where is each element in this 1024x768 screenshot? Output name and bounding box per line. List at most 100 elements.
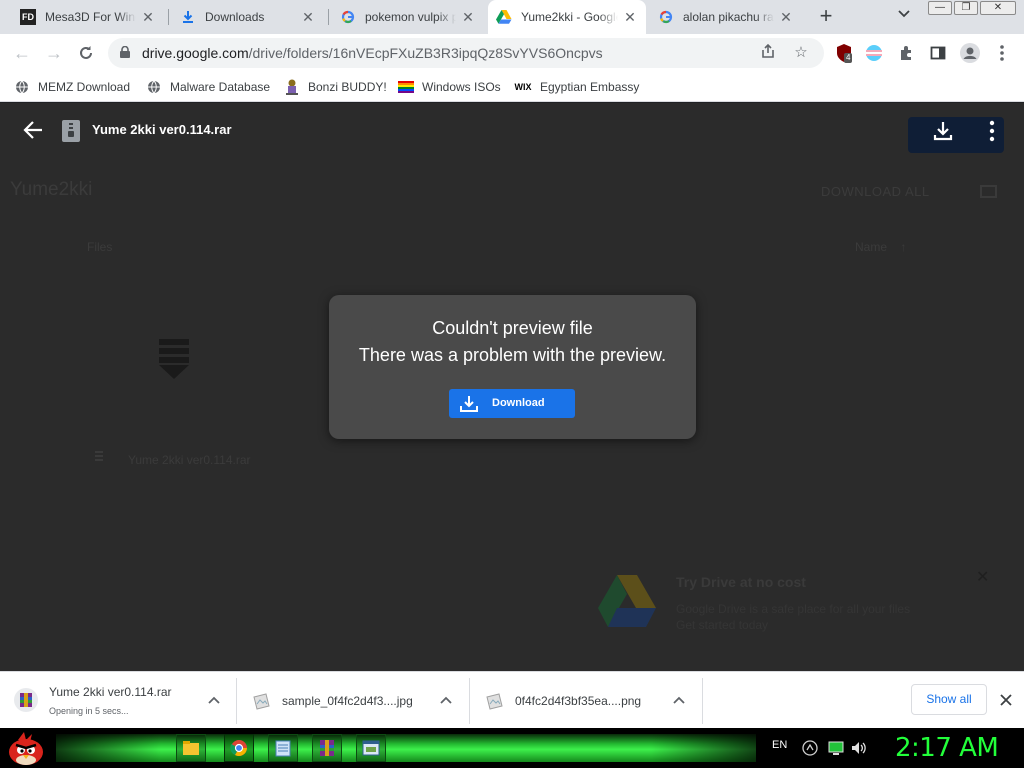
side-panel-icon[interactable]	[928, 43, 948, 63]
preview-error-dialog: Couldn't preview file There was a proble…	[329, 295, 696, 439]
shelf-separator	[702, 678, 703, 724]
tab-title: Yume2kki - Google Drive	[521, 10, 618, 24]
taskbar-chrome-button[interactable]	[224, 734, 254, 762]
tab-strip: FD Mesa3D For Windows ✕ Downloads ✕ poke…	[0, 0, 1024, 34]
address-bar[interactable]: drive.google.com/drive/folders/16nVEcpFX…	[108, 38, 824, 68]
winrar-file-icon	[14, 688, 38, 712]
google-icon	[340, 9, 356, 25]
download-item-jpg[interactable]: sample_0f4fc2d4f3....jpg	[250, 678, 460, 724]
language-indicator[interactable]: EN	[772, 739, 787, 751]
chevron-down-icon	[898, 10, 910, 18]
tab-pikachu-search[interactable]: alolan pikachu rap ✕	[650, 0, 802, 34]
google-drive-logo	[598, 575, 656, 627]
chevron-up-icon[interactable]	[671, 693, 687, 709]
maximize-button[interactable]: ❐	[954, 1, 978, 15]
pride-extension-icon[interactable]	[864, 43, 884, 63]
bookmarks-bar: MEMZ Download Malware Database Bonzi BUD…	[0, 72, 1024, 102]
folder-title: Yume2kki	[10, 179, 93, 200]
wix-icon: WIX	[514, 82, 532, 92]
chevron-up-icon[interactable]	[438, 693, 454, 709]
close-icon[interactable]: ✕	[140, 9, 156, 25]
close-icon[interactable]: ✕	[460, 9, 476, 25]
files-header: Files	[87, 240, 113, 254]
promo-body: Google Drive is a safe place for all you…	[676, 601, 910, 633]
minimize-button[interactable]: —	[928, 1, 952, 15]
download-icon	[180, 9, 196, 25]
back-button[interactable]: ←	[10, 41, 34, 65]
file-list-name: Yume 2kki ver0.114.rar	[128, 453, 251, 467]
profile-avatar-icon[interactable]	[960, 43, 980, 63]
download-item-rar[interactable]: Yume 2kki ver0.114.rar Opening in 5 secs…	[14, 678, 230, 724]
close-icon[interactable]: ✕	[778, 9, 794, 25]
taskbar-window-button[interactable]	[356, 734, 386, 762]
url-text: drive.google.com/drive/folders/16nVEcpFX…	[142, 45, 603, 61]
url-path: /drive/folders/16nVEcpFXuZB3R3ipqQz8SvYV…	[248, 45, 603, 61]
tab-mesa3d[interactable]: FD Mesa3D For Windows ✕	[12, 0, 164, 34]
tab-search-button[interactable]	[894, 7, 914, 27]
bookmark-label: Egyptian Embassy	[540, 80, 640, 94]
globe-icon	[146, 79, 162, 95]
network-tray-icon[interactable]	[828, 740, 844, 756]
winrar-icon	[320, 740, 334, 756]
lock-icon	[120, 46, 130, 58]
tab-separator	[168, 9, 169, 25]
download-filename: Yume 2kki ver0.114.rar	[49, 685, 172, 699]
volume-tray-icon[interactable]	[851, 740, 867, 756]
close-icon[interactable]: ✕	[622, 9, 638, 25]
show-all-button[interactable]: Show all	[911, 684, 987, 715]
sort-label: Name	[855, 240, 888, 254]
archive-thumbnail-icon	[159, 339, 189, 379]
bookmark-star-icon[interactable]: ☆	[791, 43, 811, 63]
window-icon	[362, 740, 380, 756]
tab-downloads[interactable]: Downloads ✕	[172, 0, 324, 34]
puzzle-extensions-icon[interactable]	[896, 43, 916, 63]
taskbar-explorer-button[interactable]	[176, 734, 206, 762]
download-status: Opening in 5 secs...	[49, 706, 129, 716]
ublock-extension-icon[interactable]: 4	[834, 43, 854, 63]
taskbar-notepad-button[interactable]	[268, 734, 298, 762]
grid-view-icon	[980, 185, 997, 198]
download-item-png[interactable]: 0f4fc2d4f3bf35ea....png	[483, 678, 693, 724]
share-icon[interactable]	[758, 43, 778, 63]
dialog-download-label: Download	[492, 397, 545, 409]
chevron-up-icon[interactable]	[206, 693, 222, 709]
close-shelf-icon[interactable]	[998, 692, 1014, 708]
bookmark-egyptian-embassy[interactable]: WIX Egyptian Embassy	[514, 76, 640, 98]
bookmark-label: Bonzi BUDDY!	[308, 80, 387, 94]
image-file-icon	[486, 693, 503, 710]
forward-button[interactable]: →	[42, 41, 66, 65]
reload-button[interactable]	[74, 41, 98, 65]
promo-title: Try Drive at no cost	[676, 574, 806, 590]
taskbar-winrar-button[interactable]	[312, 734, 342, 762]
fd-icon: FD	[20, 9, 36, 25]
bookmark-windows-isos[interactable]: Windows ISOs	[398, 76, 501, 98]
download-icon[interactable]	[932, 120, 954, 142]
google-icon	[658, 9, 674, 25]
tab-pokemon-search[interactable]: pokemon vulpix plush ✕	[332, 0, 484, 34]
desktop-screen: FD Mesa3D For Windows ✕ Downloads ✕ poke…	[0, 0, 1024, 768]
bookmark-malware-database[interactable]: Malware Database	[146, 76, 270, 98]
angry-bird-start-icon[interactable]	[6, 730, 46, 766]
kebab-menu-icon[interactable]	[992, 43, 1012, 63]
tab-separator	[328, 9, 329, 25]
new-tab-button[interactable]: +	[814, 5, 838, 29]
taskbar-clock[interactable]: 2:17 AM	[895, 733, 999, 763]
extension-badge: 4	[844, 53, 853, 63]
download-filename: sample_0f4fc2d4f3....jpg	[282, 694, 413, 708]
dialog-download-button[interactable]: Download	[449, 389, 575, 418]
arrow-up-icon: ↑	[890, 240, 907, 254]
file-viewer-header: Yume 2kki ver0.114.rar	[0, 103, 1024, 159]
more-options-icon[interactable]	[982, 120, 1002, 142]
close-window-button[interactable]: ✕	[980, 1, 1016, 15]
shelf-separator	[236, 678, 237, 724]
archive-small-icon	[95, 451, 103, 461]
close-icon[interactable]: ✕	[300, 9, 316, 25]
tab-title: Mesa3D For Windows	[45, 10, 136, 24]
promo-close-icon[interactable]: ✕	[976, 567, 989, 587]
sound-effects-tray-icon[interactable]	[802, 740, 818, 756]
bookmark-memz[interactable]: MEMZ Download	[14, 76, 130, 98]
tab-yume2kki-drive[interactable]: Yume2kki - Google Drive ✕	[488, 0, 646, 34]
bookmark-bonzi-buddy[interactable]: Bonzi BUDDY!	[284, 76, 387, 98]
back-arrow-icon[interactable]	[22, 119, 44, 141]
bookmark-label: MEMZ Download	[38, 80, 131, 94]
